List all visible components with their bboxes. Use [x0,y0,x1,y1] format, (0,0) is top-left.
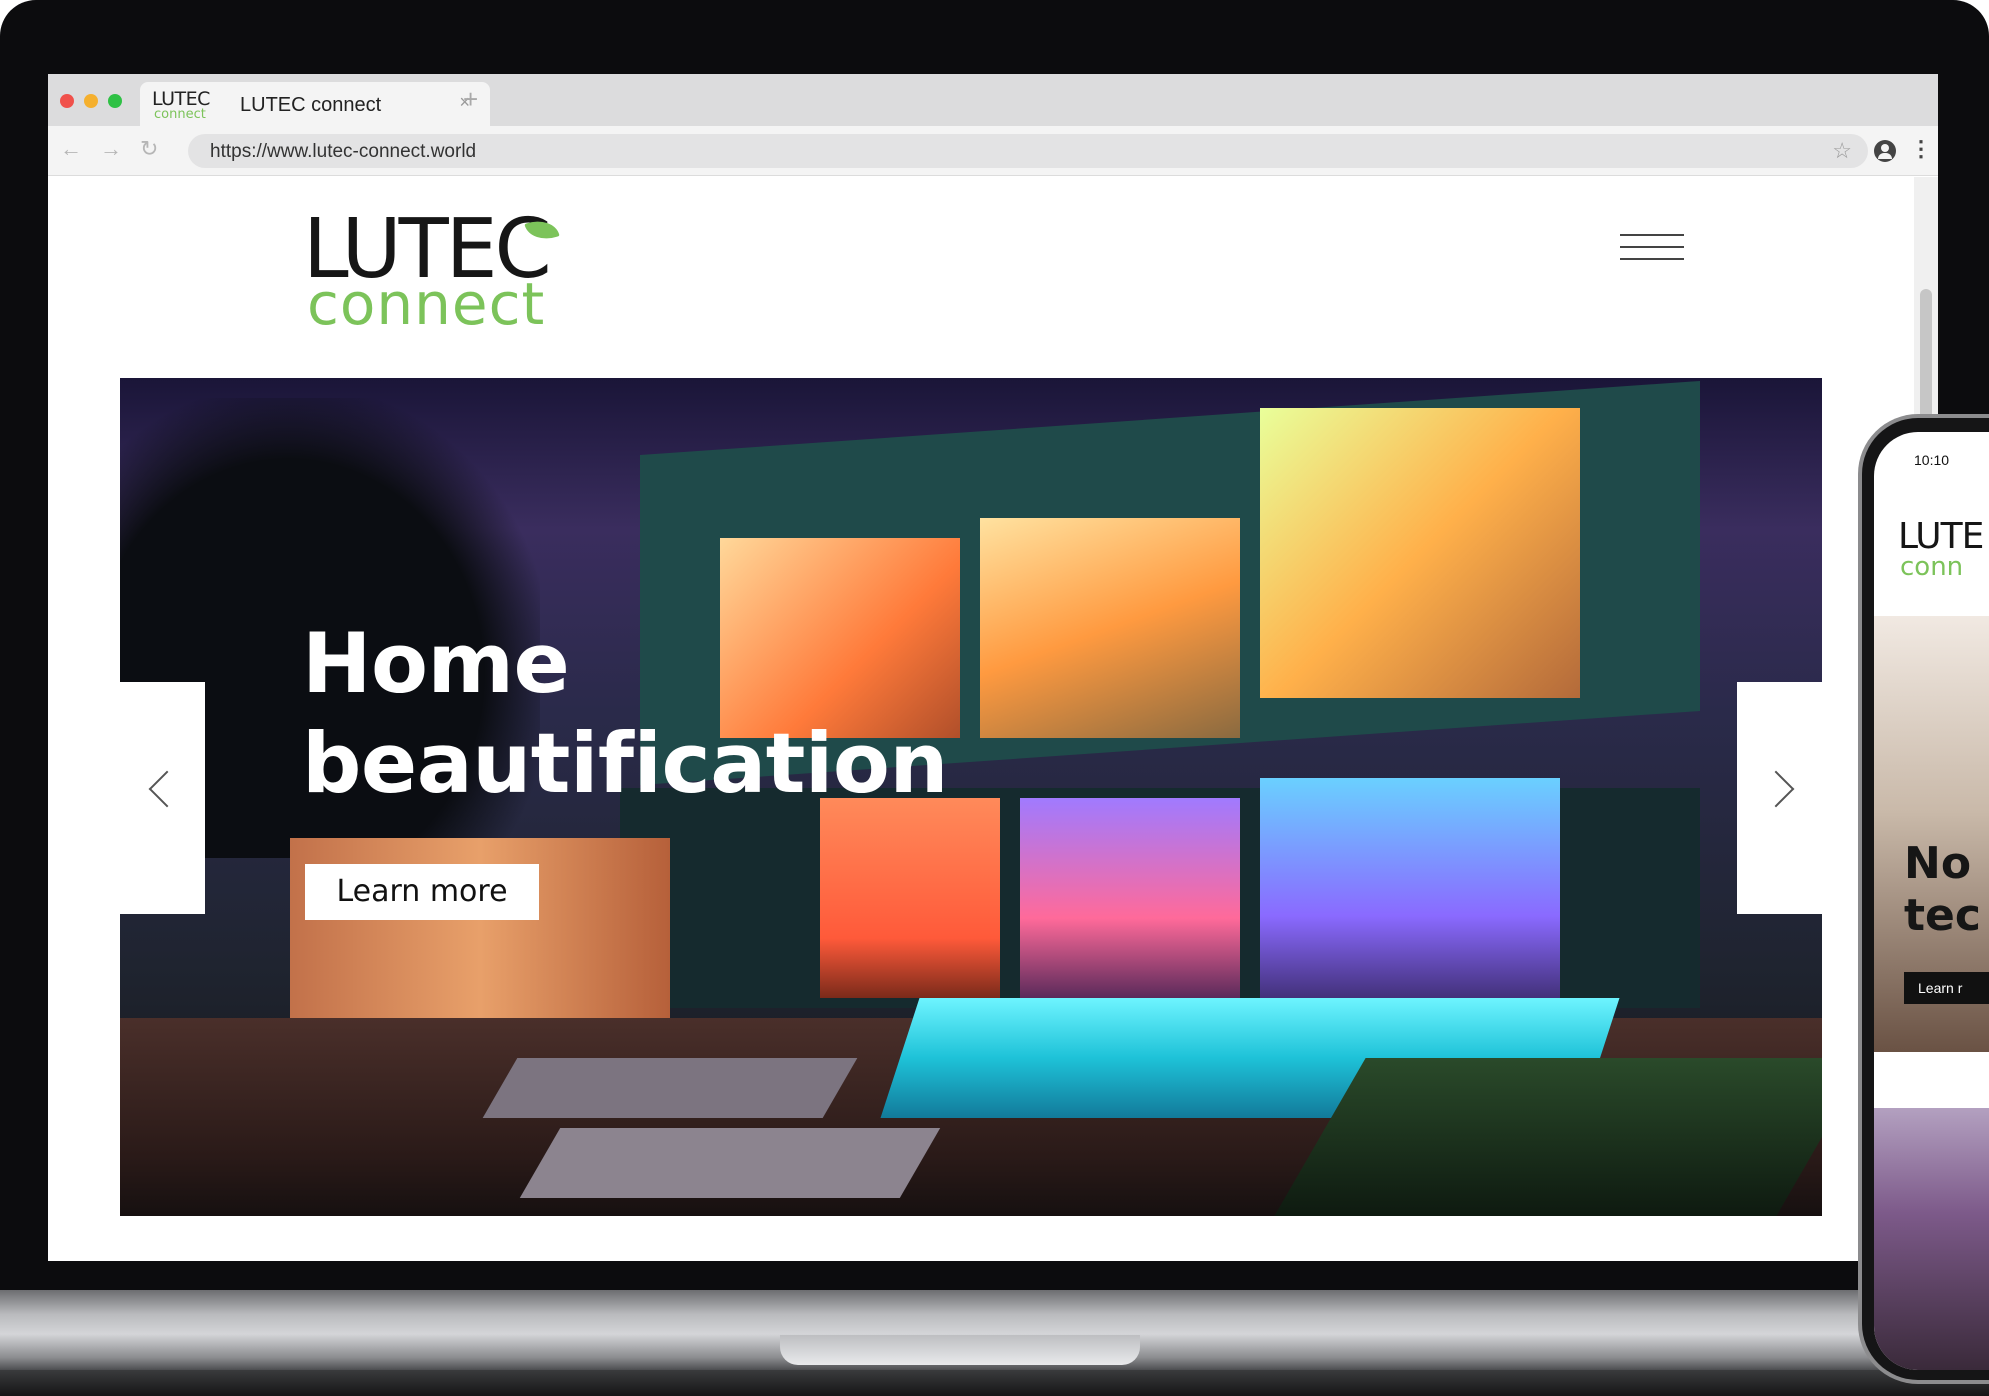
forward-arrow-icon[interactable]: → [100,138,122,160]
tab-title: LUTEC connect [240,94,382,116]
hero-image-window [820,798,1000,998]
close-window-button[interactable] [60,94,74,108]
browser-window: LUTEC connect LUTEC connect × + ← → ↻ ht… [48,74,1938,1261]
kebab-menu-icon[interactable]: ⋮ [1910,138,1932,160]
phone-status-time: 10:10 [1914,452,1950,468]
hero-image-lounger [519,1128,941,1198]
hamburger-menu-icon[interactable] [1620,232,1684,264]
hero-title-line: beautification [302,715,948,812]
tab-lutec-connect[interactable]: LUTEC connect LUTEC connect × [140,82,490,126]
minimize-window-button[interactable] [84,94,98,108]
favicon-sub: connect [154,107,206,122]
new-tab-icon[interactable]: + [463,86,478,112]
logo-subword: connect [307,270,546,338]
hero-image-window [1260,408,1580,698]
chevron-left-icon [148,770,186,808]
star-icon[interactable]: ☆ [1832,138,1852,164]
back-arrow-icon[interactable]: ← [60,138,82,160]
browser-toolbar: ← → ↻ https://www.lutec-connect.world ☆ … [48,126,1938,176]
chevron-right-icon [1757,770,1795,808]
phone-logo-subword: conn [1900,552,1964,582]
phone-hero-title: No tec [1904,838,1981,942]
slider-prev-button[interactable] [120,682,205,914]
phone-logo-wordmark: LUTE [1898,516,1984,557]
phone-hero-title-line: No [1904,838,1972,889]
hero-slider: Home beautification Learn more [120,378,1822,1216]
phone-hero-title-line: tec [1904,890,1981,941]
maximize-window-button[interactable] [108,94,122,108]
hero-image-window [1260,778,1560,1008]
site-logo[interactable]: LUTEC connect [303,209,563,339]
tab-strip: LUTEC connect LUTEC connect × + [48,74,1938,126]
reload-icon[interactable]: ↻ [140,138,158,160]
hero-image-window [980,518,1240,738]
address-bar[interactable]: https://www.lutec-connect.world ☆ [188,134,1868,168]
hero-title-line: Home [302,615,570,712]
hero-image-window [1020,798,1240,998]
learn-more-button[interactable]: Learn more [305,864,539,920]
laptop-notch [780,1335,1140,1365]
phone-screen: 10:10 LUTE conn No tec Learn r [1874,432,1989,1370]
phone-second-image [1874,1108,1989,1370]
phone-device: 10:10 LUTE conn No tec Learn r [1858,414,1989,1384]
profile-icon[interactable] [1874,140,1896,162]
hero-image-lounger [482,1058,858,1118]
slider-next-button[interactable] [1737,682,1822,914]
hero-image-lawn [1274,1058,1822,1216]
hero-title: Home beautification [302,614,948,814]
laptop-foot [0,1370,1989,1396]
favicon-icon: LUTEC connect [152,88,214,122]
phone-learn-more-button[interactable]: Learn r [1904,972,1989,1004]
url-text[interactable]: https://www.lutec-connect.world [210,141,476,163]
